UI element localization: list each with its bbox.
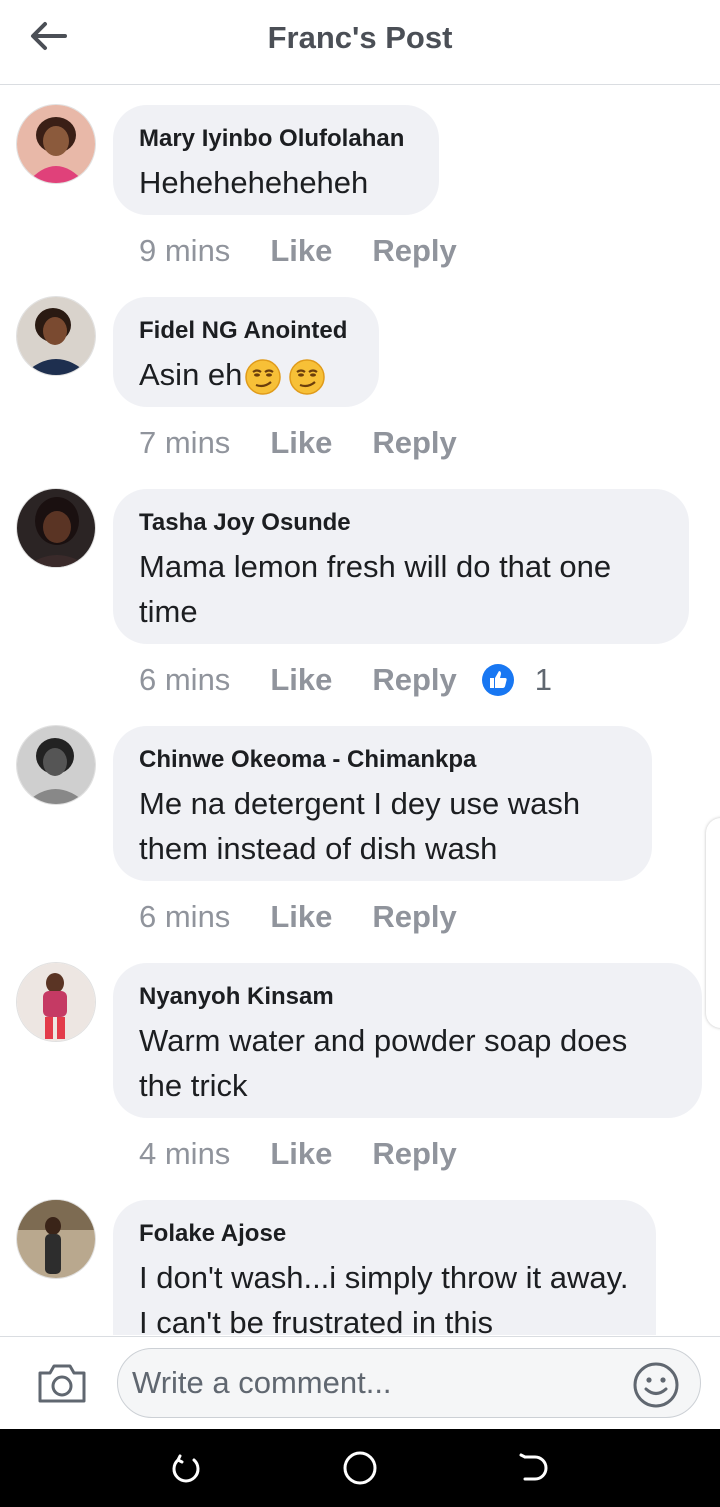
back-nav-icon [519, 1453, 548, 1481]
comment-author[interactable]: Fidel NG Anointed [139, 316, 353, 346]
camera-button[interactable] [36, 1361, 88, 1405]
back-nav-button[interactable] [511, 1445, 557, 1491]
like-button[interactable]: Like [270, 662, 332, 698]
comment-author[interactable]: Folake Ajose [139, 1219, 630, 1249]
comment-text: I don't wash...i simply throw it away. I… [139, 1260, 629, 1335]
avatar[interactable] [17, 297, 95, 375]
recent-apps-button[interactable] [163, 1445, 209, 1491]
edge-panel-handle[interactable] [706, 818, 720, 1028]
reply-button[interactable]: Reply [372, 425, 456, 461]
camera-icon [38, 1364, 86, 1403]
comment-text: Warm water and powder soap does the tric… [139, 1023, 628, 1103]
top-bar: Franc's Post [0, 0, 720, 85]
avatar[interactable] [17, 105, 95, 183]
comment-time[interactable]: 6 mins [139, 899, 230, 935]
reply-button[interactable]: Reply [372, 233, 456, 269]
comment-time[interactable]: 7 mins [139, 425, 230, 461]
like-button[interactable]: Like [270, 899, 332, 935]
comment-time[interactable]: 6 mins [139, 662, 230, 698]
comment-actions: 6 mins Like Reply 1 [139, 662, 552, 698]
comment-bubble: Folake Ajose I don't wash...i simply thr… [113, 1200, 656, 1335]
recent-apps-icon [172, 1454, 200, 1483]
comment-author[interactable]: Mary Iyinbo Olufolahan [139, 124, 413, 154]
avatar[interactable] [17, 726, 95, 804]
comment-text: Mama lemon fresh will do that one time [139, 549, 612, 629]
smirking-face-icon [245, 359, 282, 395]
system-navigation-bar [0, 1429, 720, 1507]
comment-text: Me na detergent I dey use wash them inst… [139, 786, 581, 866]
avatar[interactable] [17, 963, 95, 1041]
comment-bubble: Mary Iyinbo Olufolahan Heheheheheheh [113, 105, 439, 215]
like-reaction-icon [481, 664, 514, 696]
comment-text: Heheheheheheh [139, 165, 369, 200]
reply-button[interactable]: Reply [372, 1136, 456, 1172]
comment-actions: 7 mins Like Reply [139, 425, 457, 461]
page-title: Franc's Post [267, 20, 453, 55]
comment-list: Mary Iyinbo Olufolahan Heheheheheheh 9 m… [0, 85, 720, 1335]
reply-button[interactable]: Reply [372, 899, 456, 935]
reply-button[interactable]: Reply [372, 662, 456, 698]
avatar[interactable] [17, 1200, 95, 1278]
like-button[interactable]: Like [270, 425, 332, 461]
comment-author[interactable]: Nyanyoh Kinsam [139, 982, 676, 1012]
comment-text: Asin eh [139, 352, 353, 397]
like-button[interactable]: Like [270, 1136, 332, 1172]
reaction-summary[interactable]: 1 [481, 662, 552, 698]
emoji-button[interactable] [632, 1361, 680, 1409]
like-button[interactable]: Like [270, 233, 332, 269]
comment-author[interactable]: Tasha Joy Osunde [139, 508, 663, 538]
smirking-face-icon [289, 359, 326, 395]
comment-bubble: Fidel NG Anointed Asin eh [113, 297, 379, 407]
comment-actions: 6 mins Like Reply [139, 899, 457, 935]
avatar[interactable] [17, 489, 95, 567]
comment-actions: 4 mins Like Reply [139, 1136, 457, 1172]
comment-bubble: Nyanyoh Kinsam Warm water and powder soa… [113, 963, 702, 1118]
comment-author[interactable]: Chinwe Okeoma - Chimankpa [139, 745, 626, 775]
comment-composer [0, 1336, 720, 1429]
comment-bubble: Chinwe Okeoma - Chimankpa Me na detergen… [113, 726, 652, 881]
comment-bubble: Tasha Joy Osunde Mama lemon fresh will d… [113, 489, 689, 644]
comment-input[interactable] [130, 1349, 614, 1417]
comment-time[interactable]: 9 mins [139, 233, 230, 269]
smiley-icon [633, 1362, 679, 1408]
comment-text-value: Asin eh [139, 357, 243, 392]
comment-actions: 9 mins Like Reply [139, 233, 457, 269]
reaction-count: 1 [534, 662, 553, 697]
comment-input-box[interactable] [117, 1348, 701, 1418]
home-button[interactable] [337, 1445, 383, 1491]
home-icon [343, 1451, 377, 1485]
comment-time[interactable]: 4 mins [139, 1136, 230, 1172]
